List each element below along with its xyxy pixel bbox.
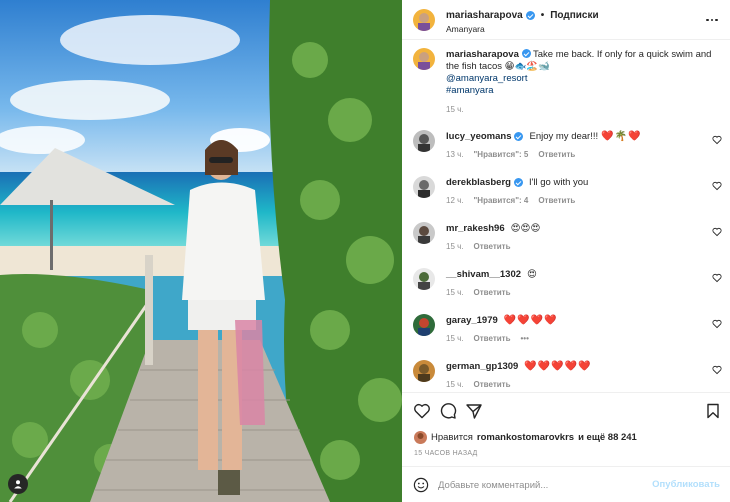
- beach-boardwalk-photo: [0, 0, 402, 502]
- commenter-username[interactable]: mr_rakesh96: [446, 223, 505, 234]
- commenter-avatar[interactable]: [413, 130, 435, 152]
- post-location[interactable]: Amanyara: [446, 24, 485, 34]
- reply-button[interactable]: Ответить: [538, 150, 575, 159]
- comment-body: lucy_yeomans Enjoy my dear!!! ❤️🌴❤️: [446, 131, 641, 142]
- comment-likes-count[interactable]: "Нравится": 5: [474, 150, 529, 159]
- comment-emoji: ❤️❤️❤️❤️❤️: [524, 361, 592, 372]
- comment-heart-icon[interactable]: [712, 365, 722, 375]
- comment-item: derekblasberg I'll go with you 12 ч. "Нр…: [402, 174, 730, 220]
- verified-badge-icon: [514, 132, 524, 141]
- comment-emoji: 😍: [527, 269, 537, 280]
- commenter-username[interactable]: derekblasberg: [446, 177, 511, 188]
- reply-button[interactable]: Ответить: [474, 288, 511, 297]
- author-line: mariasharapova • Подписки: [446, 10, 599, 21]
- comment-meta: 15 ч. Ответить •••: [446, 334, 529, 343]
- reply-button[interactable]: Ответить: [474, 242, 511, 251]
- author-avatar[interactable]: [413, 9, 435, 31]
- paper-plane-icon[interactable]: [465, 402, 483, 420]
- comments-list[interactable]: mariasharapova Take me back. If only for…: [402, 40, 730, 392]
- comment-item: __shivam__1302 😍 15 ч. Ответить: [402, 266, 730, 312]
- post-side-panel: mariasharapova • Подписки Amanyara maria…: [402, 0, 730, 502]
- dot-separator: •: [540, 10, 545, 21]
- comment-input[interactable]: [438, 476, 648, 494]
- user-tag-icon: [14, 480, 22, 489]
- comment-body: garay_1979 ❤️❤️❤️❤️: [446, 315, 558, 326]
- comment-meta: 13 ч. "Нравится": 5 Ответить: [446, 150, 575, 159]
- comment-time: 13 ч.: [446, 150, 464, 159]
- comment-text: Enjoy my dear!!!: [529, 131, 599, 142]
- more-horizontal-icon: [706, 18, 718, 22]
- comment-body: mr_rakesh96 😍😍😍: [446, 223, 540, 234]
- caption-author-avatar[interactable]: [413, 48, 435, 70]
- comment-time: 12 ч.: [446, 196, 464, 205]
- commenter-avatar[interactable]: [413, 314, 435, 336]
- verified-badge-icon: [521, 49, 531, 58]
- post-timestamp: 15 ЧАСОВ НАЗАД: [414, 450, 478, 457]
- comment-item: german_gp1309 ❤️❤️❤️❤️❤️ 15 ч. Ответить: [402, 358, 730, 392]
- likes-summary: Нравится romankostomarovkrs и ещё 88 241: [414, 431, 637, 444]
- comment-emoji: 😍😍😍: [510, 223, 541, 234]
- caption-text-block: mariasharapova Take me back. If only for…: [446, 49, 720, 97]
- commenter-username[interactable]: garay_1979: [446, 315, 498, 326]
- commenter-avatar[interactable]: [413, 222, 435, 244]
- comment-meta: 15 ч. Ответить: [446, 288, 510, 297]
- verified-badge-icon: [525, 11, 535, 20]
- commenter-username[interactable]: german_gp1309: [446, 361, 518, 372]
- commenter-username[interactable]: __shivam__1302: [446, 269, 521, 280]
- comment-time: 15 ч.: [446, 334, 464, 343]
- likes-prefix: Нравится: [431, 432, 473, 443]
- comment-meta: 12 ч. "Нравится": 4 Ответить: [446, 196, 575, 205]
- reply-button[interactable]: Ответить: [474, 334, 511, 343]
- caption-time: 15 ч.: [446, 105, 464, 114]
- following-button[interactable]: Подписки: [550, 10, 598, 21]
- comment-emoji: ❤️🌴❤️: [601, 131, 642, 142]
- comment-heart-icon[interactable]: [712, 135, 722, 145]
- reply-button[interactable]: Ответить: [474, 380, 511, 389]
- comment-item: lucy_yeomans Enjoy my dear!!! ❤️🌴❤️ 13 ч…: [402, 128, 730, 174]
- more-options-button[interactable]: [704, 12, 720, 28]
- comment-heart-icon[interactable]: [712, 319, 722, 329]
- caption-mention-link[interactable]: @amanyara_resort: [446, 73, 720, 85]
- post-photo[interactable]: [0, 0, 402, 502]
- commenter-username[interactable]: lucy_yeomans: [446, 131, 511, 142]
- comment-body: __shivam__1302 😍: [446, 269, 537, 280]
- caption-hashtag-link[interactable]: #amanyara: [446, 85, 720, 97]
- user-tag-button[interactable]: [8, 474, 28, 494]
- comment-item: garay_1979 ❤️❤️❤️❤️ 15 ч. Ответить •••: [402, 312, 730, 358]
- reply-button[interactable]: Ответить: [538, 196, 575, 205]
- liker-avatar[interactable]: [414, 431, 427, 444]
- comment-emoji: ❤️❤️❤️❤️: [503, 315, 558, 326]
- post-header: mariasharapova • Подписки Amanyara: [402, 0, 730, 40]
- likes-count[interactable]: и ещё 88 241: [578, 432, 637, 443]
- comment-time: 15 ч.: [446, 288, 464, 297]
- caption-username[interactable]: mariasharapova: [446, 49, 519, 60]
- comment-heart-icon[interactable]: [712, 181, 722, 191]
- liker-username[interactable]: romankostomarovkrs: [477, 432, 574, 443]
- comment-time: 15 ч.: [446, 380, 464, 389]
- comment-text: I'll go with you: [528, 177, 589, 188]
- smiley-icon[interactable]: [413, 477, 429, 493]
- post-actions: Нравится romankostomarovkrs и ещё 88 241…: [402, 392, 730, 502]
- publish-button[interactable]: Опубликовать: [652, 479, 720, 490]
- comment-likes-count[interactable]: "Нравится": 4: [474, 196, 529, 205]
- comment-time: 15 ч.: [446, 242, 464, 251]
- verified-badge-icon: [513, 178, 523, 187]
- comment-heart-icon[interactable]: [712, 227, 722, 237]
- comment-meta: 15 ч. Ответить: [446, 242, 510, 251]
- more-replies-button[interactable]: •••: [520, 334, 528, 343]
- comment-body: derekblasberg I'll go with you: [446, 177, 588, 188]
- commenter-avatar[interactable]: [413, 268, 435, 290]
- comment-icon[interactable]: [439, 402, 457, 420]
- heart-icon[interactable]: [413, 402, 431, 420]
- comment-meta: 15 ч. Ответить: [446, 380, 510, 389]
- comment-item: mr_rakesh96 😍😍😍 15 ч. Ответить: [402, 220, 730, 266]
- bookmark-icon[interactable]: [704, 402, 722, 420]
- commenter-avatar[interactable]: [413, 360, 435, 382]
- add-comment-bar: Опубликовать: [402, 466, 730, 502]
- comment-body: german_gp1309 ❤️❤️❤️❤️❤️: [446, 361, 592, 372]
- commenter-avatar[interactable]: [413, 176, 435, 198]
- comment-heart-icon[interactable]: [712, 273, 722, 283]
- author-username[interactable]: mariasharapova: [446, 10, 523, 21]
